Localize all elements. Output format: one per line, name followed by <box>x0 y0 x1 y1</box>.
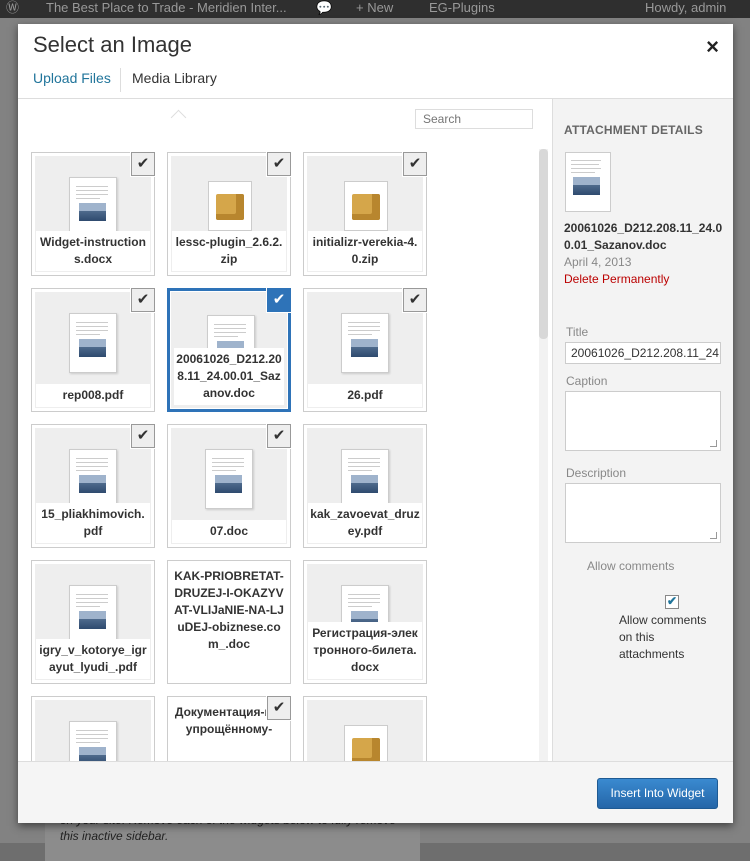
attachment-filename: kak_zavoevat_druzey.pdf <box>308 503 422 543</box>
inactive-sidebar-text-2: this inactive sidebar. <box>60 829 169 843</box>
description-field[interactable] <box>565 483 721 543</box>
attachment-filename: 26.pdf <box>308 384 422 407</box>
document-icon <box>69 177 117 237</box>
admin-new-label: New <box>367 0 394 15</box>
attachment-filename: lessc-plugin_2.6.2.zip <box>172 231 286 271</box>
attachment-tile[interactable]: 07.doc ✔ <box>167 424 291 548</box>
archive-icon <box>208 181 252 231</box>
document-icon <box>69 449 117 509</box>
modal-toolbar: Insert Into Widget <box>18 761 733 823</box>
document-icon <box>565 152 609 210</box>
attachment-filename: igry_v_kotorye_igrayut_lyudi_.pdf <box>36 639 150 679</box>
details-date: April 4, 2013 <box>564 255 632 269</box>
admin-plugins-link[interactable]: EG-Plugins <box>429 0 495 16</box>
scrollbar-thumb[interactable] <box>539 149 548 339</box>
wordpress-logo-icon[interactable]: Ⓦ <box>6 0 19 16</box>
archive-icon <box>344 725 388 761</box>
attachments-browser: Widget-instructions.docx✔lessc-plugin_2.… <box>18 99 550 761</box>
check-icon[interactable]: ✔ <box>131 424 155 448</box>
caption-field[interactable] <box>565 391 721 451</box>
insert-into-widget-button[interactable]: Insert Into Widget <box>597 778 718 809</box>
allow-comments-label: Allow comments <box>587 559 675 573</box>
check-icon[interactable]: ✔ <box>267 152 291 176</box>
attachment-tile[interactable]: kak_zavoevat_druzey.pdf <box>303 424 427 548</box>
attachment-tile[interactable]: igry_v_kotorye_igrayut_lyudi_.pdf <box>31 560 155 684</box>
attachment-tile[interactable]: Регистрация-электронного-билета.docx <box>303 560 427 684</box>
attachment-filename: 07.doc <box>172 520 286 543</box>
delete-permanently-link[interactable]: Delete Permanently <box>564 272 669 286</box>
attachment-tile[interactable]: KAK-PRIOBRETAT-DRUZEJ-I-OKAZYVAT-VLIJaNI… <box>167 560 291 684</box>
title-label: Title <box>566 325 589 339</box>
search-input[interactable] <box>415 109 533 129</box>
attachment-tile[interactable]: lessc-plugin_2.6.2.zip ✔ <box>167 152 291 276</box>
caption-label: Caption <box>566 374 608 388</box>
check-icon[interactable]: ✔ <box>403 152 427 176</box>
attachment-filename: 20061026_D212.208.11_24.00.01_Sazanov.do… <box>174 348 284 405</box>
check-icon[interactable]: ✔ <box>131 288 155 312</box>
close-icon[interactable]: × <box>706 34 719 60</box>
admin-greeting[interactable]: Howdy, admin <box>645 0 726 16</box>
check-icon[interactable]: ✔ <box>403 288 427 312</box>
attachment-filename: initializr-verekia-4.0.zip <box>308 231 422 271</box>
attachment-tile[interactable] <box>303 696 427 761</box>
modal-title: Select an Image <box>33 32 192 57</box>
document-icon <box>341 449 389 509</box>
check-icon[interactable]: ✔ <box>267 288 291 312</box>
document-icon <box>69 721 117 761</box>
attachment-tile[interactable]: Widget-instructions.docx ✔ <box>31 152 155 276</box>
attachment-filename: Регистрация-электронного-билета.docx <box>308 622 422 679</box>
details-filename: 20061026_D212.208.11_24.00.01_Sazanov.do… <box>564 221 723 252</box>
tab-separator <box>120 68 121 92</box>
details-document-icon <box>565 152 611 212</box>
archive-icon <box>344 181 388 231</box>
attachment-filename: rep008.pdf <box>36 384 150 407</box>
details-heading: ATTACHMENT DETAILS <box>564 123 703 137</box>
attachment-filename: Widget-instructions.docx <box>36 231 150 271</box>
attachment-tile[interactable]: rep008.pdf ✔ <box>31 288 155 412</box>
document-icon <box>205 449 253 509</box>
document-icon <box>69 585 117 645</box>
description-label: Description <box>566 466 627 480</box>
admin-bar: Ⓦ The Best Place to Trade - Meridien Int… <box>0 0 750 18</box>
document-icon <box>341 313 389 373</box>
title-field[interactable]: 20061026_D212.208.11_24.00.01_Sazanov <box>565 342 721 364</box>
attachment-filename: 15_pliakhimovich.pdf <box>36 503 150 543</box>
attachment-tile[interactable]: Документация-по-упрощённому- ✔ <box>167 696 291 761</box>
check-icon[interactable]: ✔ <box>131 152 155 176</box>
check-icon[interactable]: ✔ <box>267 424 291 448</box>
attachment-tile[interactable]: initializr-verekia-4.0.zip ✔ <box>303 152 427 276</box>
document-icon <box>69 313 117 373</box>
scrollbar[interactable] <box>539 149 548 761</box>
attachment-filename: KAK-PRIOBRETAT-DRUZEJ-I-OKAZYVAT-VLIJaNI… <box>174 569 284 651</box>
admin-new-link[interactable]: + New <box>356 0 393 16</box>
attachment-tile[interactable]: 26.pdf ✔ <box>303 288 427 412</box>
check-icon[interactable]: ✔ <box>267 696 291 720</box>
tab-upload-files[interactable]: Upload Files <box>33 70 111 86</box>
media-modal: Select an Image × Upload Files Media Lib… <box>18 24 733 823</box>
attachment-details-sidebar: ATTACHMENT DETAILS 20061026_D212.208.11_… <box>552 99 733 761</box>
tab-media-library[interactable]: Media Library <box>132 70 217 86</box>
allow-comments-checkbox[interactable]: ✔ <box>665 595 679 609</box>
admin-site-title[interactable]: The Best Place to Trade - Meridien Inter… <box>46 0 287 16</box>
attachment-tile[interactable]: 15_pliakhimovich.pdf ✔ <box>31 424 155 548</box>
allow-comments-text: Allow comments on this attachments <box>619 613 707 661</box>
comments-icon[interactable]: 💬 <box>316 0 332 16</box>
attachment-tile[interactable]: Документация- <box>31 696 155 761</box>
attachment-tile[interactable]: 20061026_D212.208.11_24.00.01_Sazanov.do… <box>167 288 291 412</box>
